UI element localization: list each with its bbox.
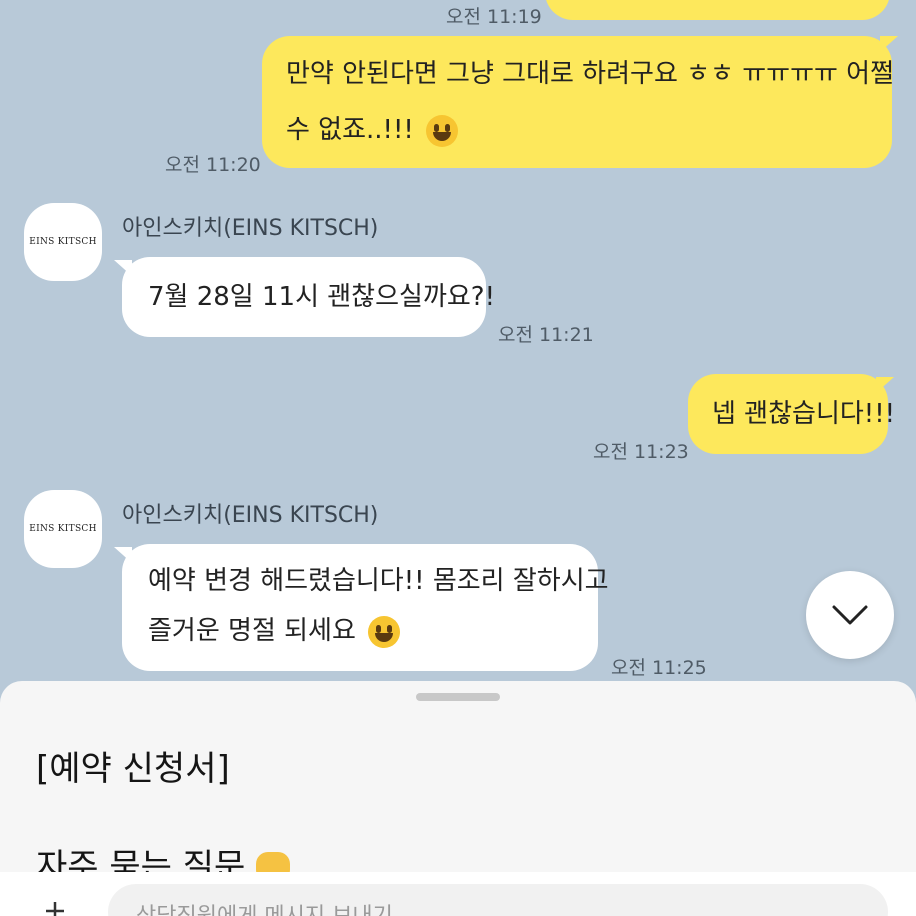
- scroll-to-bottom-button[interactable]: [806, 571, 894, 659]
- grinning-emoji-icon: [368, 615, 401, 648]
- sheet-item-reservation-form[interactable]: [예약 신청서]: [36, 741, 230, 790]
- message-text: 7월 28일 11시 괜찮으실까요?!: [148, 282, 496, 312]
- message-bubble-mine: 넵 괜찮습니다!!!: [688, 374, 895, 454]
- message-time: 오전 11:23: [593, 441, 689, 463]
- avatar[interactable]: EINS KITSCH: [24, 203, 102, 281]
- chevron-down-icon: [832, 605, 868, 625]
- message-text-line: 만약 안된다면 그냥 그대로 하려구요 ㅎㅎ ㅠㅠㅠㅠ 어쩔: [286, 59, 895, 89]
- message-bubble-mine: 만약 안된다면 그냥 그대로 하려구요 ㅎㅎ ㅠㅠㅠㅠ 어쩔 수 없죠..!!!: [262, 36, 895, 168]
- bubble-tail: [114, 260, 132, 276]
- message-input-bar: 상담직원에게 메시지 보내기: [0, 872, 916, 916]
- message-time: 오전 11:19: [446, 6, 542, 28]
- message-input[interactable]: 상담직원에게 메시지 보내기: [108, 884, 888, 916]
- sender-name: 아인스키치(EINS KITSCH): [122, 216, 379, 241]
- laughing-crying-emoji-icon: [426, 114, 459, 147]
- bubble-tail: [880, 36, 898, 52]
- message-time: 오전 11:20: [165, 154, 261, 176]
- bubble-tail: [114, 547, 132, 563]
- message-time: 오전 11:21: [498, 324, 594, 346]
- bubble-tail: [876, 377, 894, 393]
- message-text-line: 수 없죠..!!!: [286, 102, 868, 158]
- message-bubble-theirs: 7월 28일 11시 괜찮으실까요?!: [122, 257, 495, 337]
- message-time: 오전 11:25: [611, 657, 707, 679]
- message-text-line: 즐거운 명절 되세요: [148, 606, 572, 656]
- plus-icon[interactable]: [44, 900, 66, 916]
- message-text-line: 예약 변경 해드렸습니다!! 몸조리 잘하시고: [148, 566, 609, 596]
- sender-name: 아인스키치(EINS KITSCH): [122, 503, 379, 528]
- avatar[interactable]: EINS KITSCH: [24, 490, 102, 568]
- message-text: 넵 괜찮습니다!!!: [712, 399, 896, 429]
- message-bubble-theirs: 예약 변경 해드렸습니다!! 몸조리 잘하시고 즐거운 명절 되세요: [122, 544, 609, 671]
- message-bubble-mine-partial: [545, 0, 890, 20]
- drag-handle[interactable]: [416, 693, 500, 701]
